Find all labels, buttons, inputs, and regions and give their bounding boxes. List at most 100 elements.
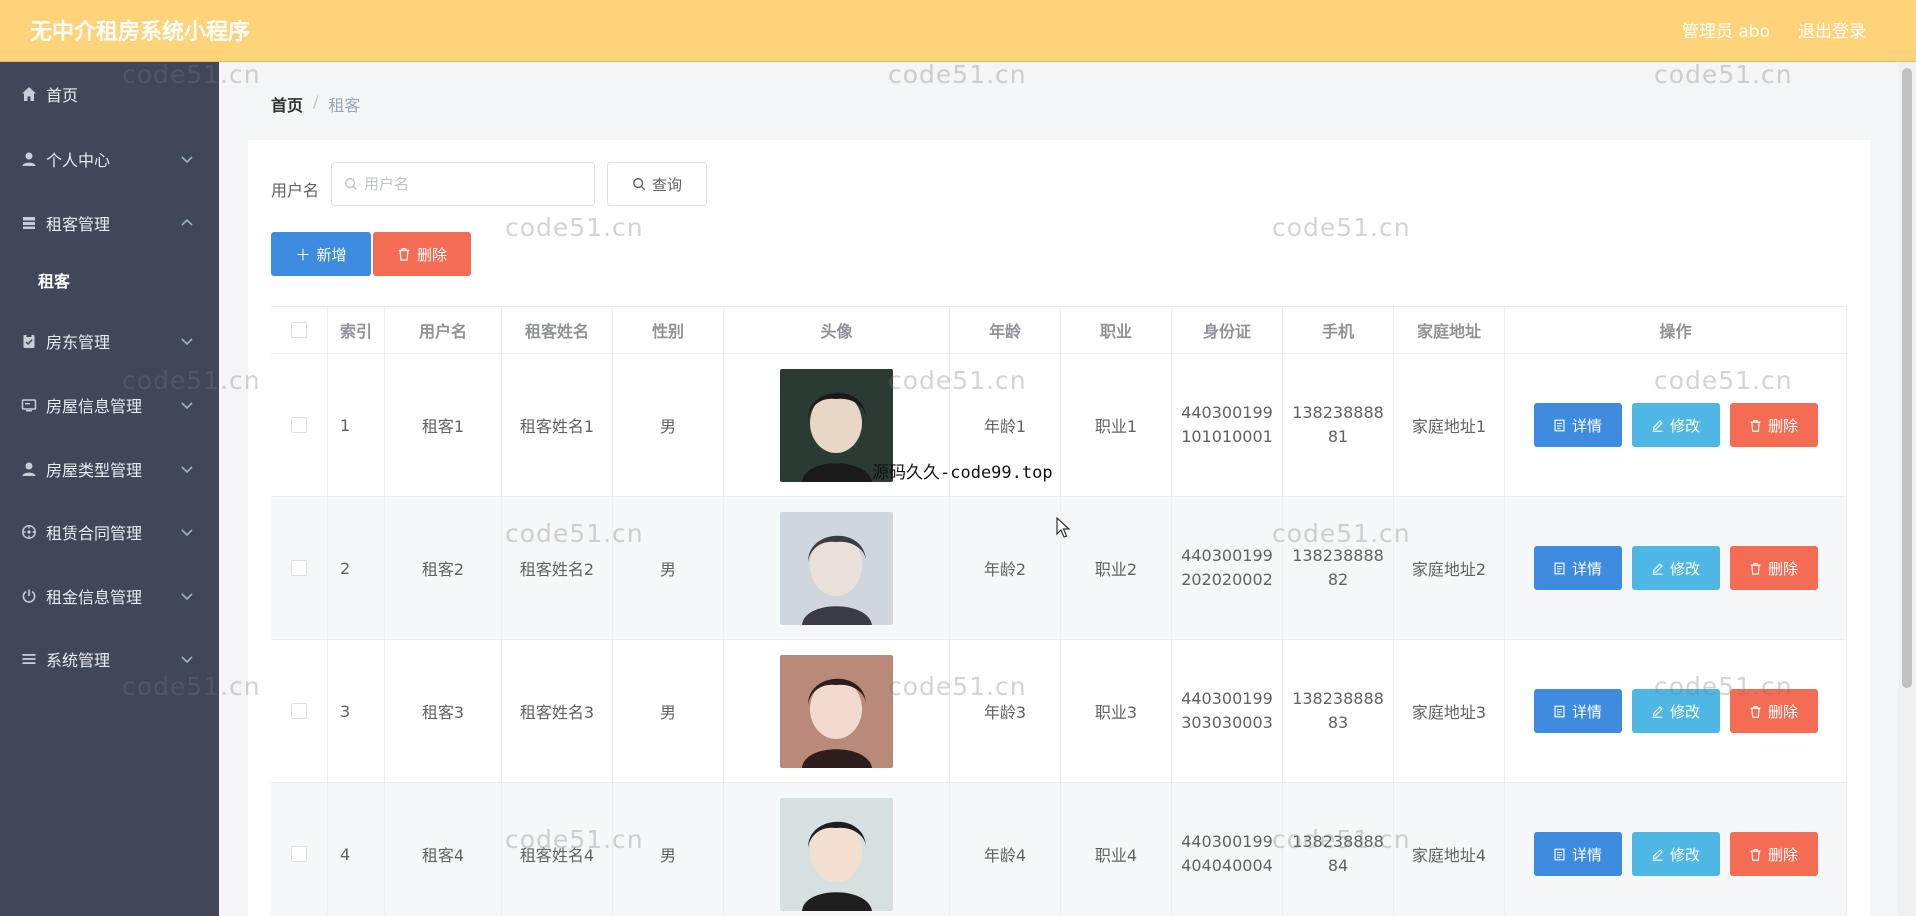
breadcrumb-separator: / — [313, 92, 319, 111]
edit-button[interactable]: 修改 — [1631, 689, 1720, 733]
avatar[interactable] — [780, 654, 893, 768]
edit-button-label: 修改 — [1669, 702, 1700, 721]
chevron-down-icon — [181, 402, 193, 410]
delete-button-label: 删除 — [1767, 416, 1798, 435]
column-header: 操作 — [1505, 307, 1847, 353]
edit-button-label: 修改 — [1669, 416, 1700, 435]
admin-label: 管理员 abo — [1681, 22, 1770, 42]
search-input-box[interactable] — [331, 162, 595, 206]
sidebar-item-label: 租金信息管理 — [46, 588, 143, 607]
sidebar-item-system-management[interactable]: 系统管理 — [0, 639, 219, 679]
detail-button[interactable]: 详情 — [1533, 832, 1622, 876]
sidebar-item-house-type-management[interactable]: 房屋类型管理 — [0, 449, 219, 489]
edit-button-label: 修改 — [1669, 845, 1700, 864]
column-header: 身份证 — [1172, 307, 1283, 353]
select-all-checkbox[interactable] — [291, 322, 307, 338]
table-row: 3 租客3 租客姓名3 男 年龄3 职业3 440300199303030003 138238… — [271, 640, 1847, 783]
sidebar-item-label: 首页 — [46, 86, 79, 105]
sidebar-item-tenant-management[interactable]: 租客管理 — [0, 203, 219, 243]
delete-button-label: 删除 — [1767, 702, 1798, 721]
avatar[interactable] — [780, 368, 893, 482]
edit-button[interactable]: 修改 — [1631, 546, 1720, 590]
detail-button[interactable]: 详情 — [1533, 403, 1622, 447]
index-cell: 4 — [328, 783, 385, 916]
sidebar-subitem-tenant[interactable]: 租客 — [0, 260, 219, 300]
chevron-down-icon — [181, 656, 193, 664]
row-checkbox[interactable] — [291, 703, 307, 719]
logout-link[interactable]: 退出登录 — [1798, 17, 1866, 42]
power-icon — [20, 587, 38, 605]
column-header: 索引 — [328, 307, 385, 353]
sidebar-item-label: 系统管理 — [46, 651, 111, 670]
document-icon — [1554, 419, 1565, 431]
username-cell: 租客2 — [385, 497, 502, 639]
row-checkbox[interactable] — [291, 417, 307, 433]
delete-button[interactable]: 删除 — [1729, 832, 1818, 876]
age-cell: 年龄3 — [950, 640, 1061, 782]
index-cell: 2 — [328, 497, 385, 639]
home-icon — [20, 85, 38, 103]
page-scrollbar[interactable] — [1898, 62, 1916, 916]
avatar-photo — [780, 654, 893, 768]
edit-button[interactable]: 修改 — [1631, 832, 1720, 876]
detail-button-label: 详情 — [1571, 845, 1602, 864]
breadcrumb-home[interactable]: 首页 — [271, 92, 303, 116]
row-checkbox[interactable] — [291, 560, 307, 576]
delete-button[interactable]: 删除 — [1729, 689, 1818, 733]
header-user-area: 管理员 abo 退出登录 — [1682, 17, 1866, 42]
scrollbar-thumb[interactable] — [1902, 68, 1912, 688]
job-cell: 职业2 — [1061, 497, 1172, 639]
search-label: 用户名 — [271, 181, 320, 200]
trash-icon — [1750, 848, 1761, 861]
search-input[interactable] — [364, 175, 584, 193]
address-cell: 家庭地址4 — [1394, 783, 1505, 916]
column-header: 性别 — [613, 307, 724, 353]
query-button[interactable]: 查询 — [607, 162, 707, 206]
id-card-cell: 440300199101010001 — [1172, 354, 1283, 496]
detail-button-label: 详情 — [1571, 559, 1602, 578]
edit-icon — [1652, 419, 1663, 432]
avatar[interactable] — [780, 511, 893, 625]
trash-icon — [1750, 419, 1761, 432]
trash-icon — [398, 248, 410, 261]
column-header: 年龄 — [950, 307, 1061, 353]
edit-button[interactable]: 修改 — [1631, 403, 1720, 447]
sidebar-item-profile[interactable]: 个人中心 — [0, 139, 219, 179]
sidebar-item-label: 房屋信息管理 — [46, 397, 143, 416]
batch-delete-button[interactable]: 删除 — [373, 232, 471, 276]
breadcrumb-current: 租客 — [328, 96, 361, 115]
delete-button-label: 删除 — [1767, 845, 1798, 864]
detail-button[interactable]: 详情 — [1533, 689, 1622, 733]
sidebar-item-label: 个人中心 — [46, 151, 111, 170]
username-cell: 租客3 — [385, 640, 502, 782]
sidebar-item-lease-contract-management[interactable]: 租赁合同管理 — [0, 512, 219, 552]
add-button[interactable]: ＋ 新增 — [271, 232, 371, 276]
sidebar-item-home[interactable]: 首页 — [0, 74, 219, 114]
table-row: 4 租客4 租客姓名4 男 年龄4 职业4 440300199404040004 138238… — [271, 783, 1847, 916]
edit-button-label: 修改 — [1669, 559, 1700, 578]
avatar[interactable] — [780, 797, 893, 911]
detail-button[interactable]: 详情 — [1533, 546, 1622, 590]
avatar-photo — [780, 368, 893, 482]
address-cell: 家庭地址2 — [1394, 497, 1505, 639]
sidebar-item-house-info-management[interactable]: 房屋信息管理 — [0, 385, 219, 425]
index-cell: 3 — [328, 640, 385, 782]
sidebar-item-rent-info-management[interactable]: 租金信息管理 — [0, 576, 219, 616]
delete-button[interactable]: 删除 — [1729, 546, 1818, 590]
table-row: 1 租客1 租客姓名1 男 年龄1 职业1 440300199101010001 138238… — [271, 354, 1847, 497]
address-cell: 家庭地址3 — [1394, 640, 1505, 782]
avatar-cell — [724, 640, 950, 782]
job-cell: 职业1 — [1061, 354, 1172, 496]
phone-cell: 13823888882 — [1283, 497, 1394, 639]
sidebar-item-landlord-management[interactable]: 房东管理 — [0, 321, 219, 361]
delete-button[interactable]: 删除 — [1729, 403, 1818, 447]
row-checkbox[interactable] — [291, 846, 307, 862]
job-cell: 职业3 — [1061, 640, 1172, 782]
query-button-label: 查询 — [651, 175, 682, 194]
select-cell — [271, 354, 328, 496]
tenant-name-cell: 租客姓名1 — [502, 354, 613, 496]
avatar-cell — [724, 783, 950, 916]
sidebar-item-label: 房东管理 — [46, 333, 111, 352]
add-button-label: 新增 — [316, 245, 347, 264]
avatar-cell — [724, 354, 950, 496]
